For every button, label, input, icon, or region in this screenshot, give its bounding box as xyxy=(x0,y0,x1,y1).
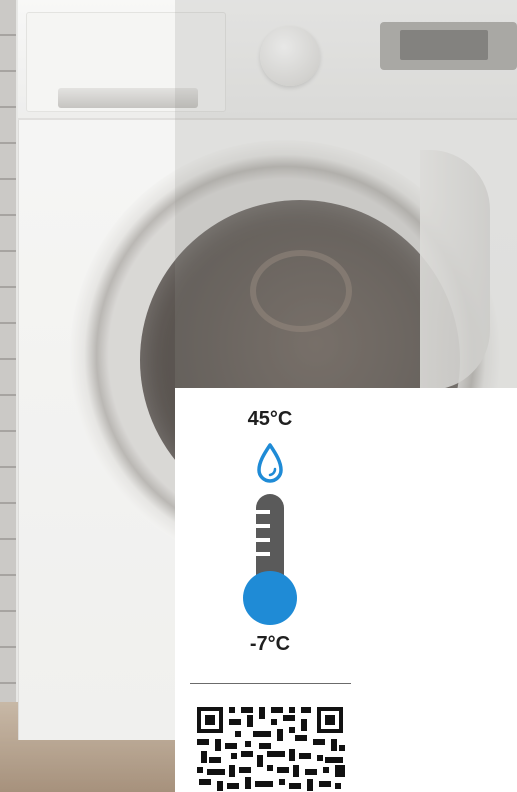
max-temperature-label: 45°C xyxy=(247,408,293,430)
thermometer-icon xyxy=(243,494,297,625)
water-droplet-icon xyxy=(257,443,283,483)
photo-light-veil xyxy=(0,0,175,792)
gray-overlay xyxy=(175,0,517,388)
min-temperature-label: -7°C xyxy=(249,633,291,655)
divider-line xyxy=(190,683,351,684)
qr-code-icon xyxy=(195,705,347,792)
